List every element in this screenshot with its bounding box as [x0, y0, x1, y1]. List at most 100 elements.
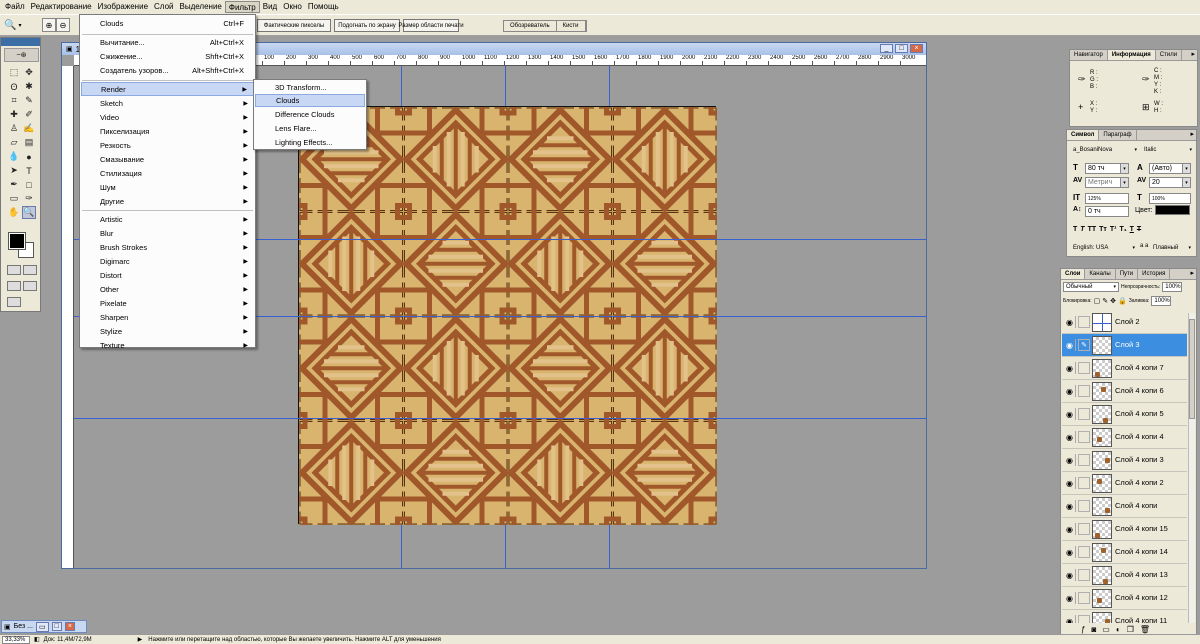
fill-field[interactable]: 100% — [1151, 296, 1172, 306]
menu-item-3d-transform[interactable]: 3D Transform... — [255, 81, 365, 94]
visibility-eye-icon[interactable]: ◉ — [1064, 408, 1076, 420]
scrollbar-thumb[interactable] — [1189, 319, 1195, 419]
layer-row[interactable]: ◉ Слой 4 копи 12 — [1062, 587, 1187, 610]
tab-styles[interactable]: Стили — [1156, 50, 1183, 60]
layer-row[interactable]: ◉ Слой 4 копи 6 — [1062, 380, 1187, 403]
layer-row[interactable]: ◉ Слой 4 копи 2 — [1062, 472, 1187, 495]
jump-to-imageready-icon[interactable] — [7, 297, 21, 307]
menu-item-clouds[interactable]: Clouds — [255, 94, 365, 107]
tool-preset-picker[interactable]: 🔍 ▾ — [4, 18, 34, 33]
zoom-out-button[interactable]: ⊖ — [56, 18, 70, 32]
panel-menu-icon[interactable]: ▸ — [1190, 269, 1194, 277]
panel-menu-icon[interactable]: ▸ — [1190, 130, 1194, 138]
close-icon[interactable]: × — [64, 622, 75, 631]
layer-row[interactable]: ◉ Слой 4 копи 7 — [1062, 357, 1187, 380]
menu-item-submenu[interactable]: Stylize ▶ — [81, 324, 254, 338]
menu-item-submenu[interactable]: Texture ▶ — [81, 338, 254, 352]
eraser-tool-icon[interactable]: ▱ — [7, 136, 21, 149]
tab-channels[interactable]: Каналы — [1085, 269, 1116, 279]
menu-item-submenu[interactable]: Другие ▶ — [81, 194, 254, 208]
superscript-button[interactable]: T¹ — [1110, 226, 1117, 233]
font-family-select[interactable]: a_BosaniNova ▾ — [1071, 144, 1139, 155]
eyedropper-tool-icon[interactable]: ✑ — [22, 192, 36, 205]
layer-link-box[interactable] — [1078, 431, 1090, 443]
menu-item-submenu[interactable]: Render ▶ — [81, 82, 254, 96]
magic-wand-tool-icon[interactable]: ✱ — [22, 80, 36, 93]
tab-history[interactable]: История — [1138, 269, 1171, 279]
faux-italic-button[interactable]: T — [1080, 226, 1084, 233]
close-button[interactable]: × — [910, 44, 923, 53]
layer-link-box[interactable] — [1078, 454, 1090, 466]
menu-item-liquify[interactable]: Сжижение... Shft+Ctrl+X — [81, 49, 254, 63]
layer-style-icon[interactable]: ƒ — [1081, 625, 1085, 634]
layer-link-box[interactable] — [1078, 385, 1090, 397]
faux-bold-button[interactable]: T — [1073, 226, 1077, 233]
blur-tool-icon[interactable]: 💧 — [7, 150, 21, 163]
tab-navigator[interactable]: Навигатор — [1070, 50, 1108, 60]
chevron-down-icon[interactable]: ▾ — [1182, 178, 1190, 187]
visibility-eye-icon[interactable]: ◉ — [1064, 615, 1076, 623]
layer-link-box[interactable] — [1078, 477, 1090, 489]
minimize-button[interactable]: _ — [880, 44, 893, 53]
layer-link-box[interactable] — [1078, 500, 1090, 512]
brush-tool-icon[interactable]: ✐ — [22, 108, 36, 121]
type-tool-icon[interactable]: T — [22, 164, 36, 177]
tab-paragraph[interactable]: Параграф — [1099, 130, 1137, 140]
small-caps-button[interactable]: Tт — [1099, 226, 1107, 233]
chevron-down-icon[interactable]: ▾ — [1182, 164, 1190, 173]
lock-transparency-icon[interactable]: ▢ — [1094, 297, 1101, 305]
visibility-eye-icon[interactable]: ◉ — [1064, 523, 1076, 535]
slice-tool-icon[interactable]: ✎ — [22, 94, 36, 107]
layer-link-box[interactable] — [1078, 569, 1090, 581]
kerning-field[interactable]: Метрич ▾ — [1085, 177, 1129, 188]
tab-layers[interactable]: Слои — [1061, 269, 1086, 279]
layer-link-box[interactable] — [1078, 546, 1090, 558]
menu-item-lighting-effects[interactable]: Lighting Effects... — [255, 136, 365, 149]
fit-on-screen-button[interactable]: Подогнать по экрану — [334, 19, 400, 32]
new-layer-icon[interactable]: ❐ — [1127, 625, 1134, 634]
menu-edit[interactable]: Редактирование — [28, 1, 95, 13]
menu-item-last-filter[interactable]: Clouds Ctrl+F — [81, 16, 254, 30]
menu-item-submenu[interactable]: Резкость ▶ — [81, 138, 254, 152]
visibility-eye-icon[interactable]: ◉ — [1064, 569, 1076, 581]
menu-file[interactable]: Файл — [2, 1, 28, 13]
menu-item-submenu[interactable]: Sharpen ▶ — [81, 310, 254, 324]
menu-view[interactable]: Вид — [260, 1, 280, 13]
toolbox-titlebar[interactable] — [1, 38, 40, 46]
menu-item-submenu[interactable]: Digimarc ▶ — [81, 254, 254, 268]
quickmask-mode-icon[interactable] — [23, 265, 37, 275]
layer-row[interactable]: ◉ Слой 4 копи — [1062, 495, 1187, 518]
menu-item-submenu[interactable]: Смазывание ▶ — [81, 152, 254, 166]
menu-item-submenu[interactable]: Distort ▶ — [81, 268, 254, 282]
path-selection-tool-icon[interactable]: ➤ — [7, 164, 21, 177]
new-set-icon[interactable]: ▭ — [1102, 625, 1110, 634]
shape-tool-icon[interactable]: □ — [22, 178, 36, 191]
menu-item-lens-flare[interactable]: Lens Flare... — [255, 122, 365, 135]
tab-character[interactable]: Символ — [1067, 130, 1100, 140]
zoom-tool-icon[interactable]: 🔍 — [22, 206, 36, 219]
adjustment-layer-icon[interactable]: ◐ — [1116, 625, 1121, 634]
visibility-eye-icon[interactable]: ◉ — [1064, 500, 1076, 512]
tab-paths[interactable]: Пути — [1116, 269, 1139, 279]
lasso-tool-icon[interactable]: ʘ — [7, 80, 21, 93]
subscript-button[interactable]: T₁ — [1119, 226, 1126, 233]
layer-row[interactable]: ◉ Слой 4 копи 14 — [1062, 541, 1187, 564]
horizontal-scale-field[interactable]: 100% — [1149, 193, 1191, 204]
move-tool-icon[interactable]: ✥ — [22, 66, 36, 79]
guide-horizontal[interactable] — [74, 418, 926, 419]
language-select[interactable]: English: USA ▾ — [1071, 242, 1137, 253]
visibility-eye-icon[interactable]: ◉ — [1064, 385, 1076, 397]
menu-item-submenu[interactable]: Pixelate ▶ — [81, 296, 254, 310]
antialias-select[interactable]: Плавный ▾ — [1151, 242, 1193, 253]
trash-icon[interactable]: 🗑 — [1140, 625, 1150, 634]
palette-tab-browser[interactable]: Обозреватель — [504, 21, 557, 31]
layer-row[interactable]: ◉ Слой 4 копи 15 — [1062, 518, 1187, 541]
triangle-right-icon[interactable]: ▶ — [138, 636, 143, 643]
menu-window[interactable]: Окно — [280, 1, 305, 13]
layer-row[interactable]: ◉ ✎ Слой 3 — [1062, 334, 1187, 357]
chevron-down-icon[interactable]: ▾ — [1120, 178, 1128, 187]
actual-pixels-button[interactable]: Фактические пикселы — [257, 19, 331, 32]
menu-item-submenu[interactable]: Artistic ▶ — [81, 212, 254, 226]
visibility-eye-icon[interactable]: ◉ — [1064, 546, 1076, 558]
tab-info[interactable]: Информация — [1107, 50, 1156, 60]
